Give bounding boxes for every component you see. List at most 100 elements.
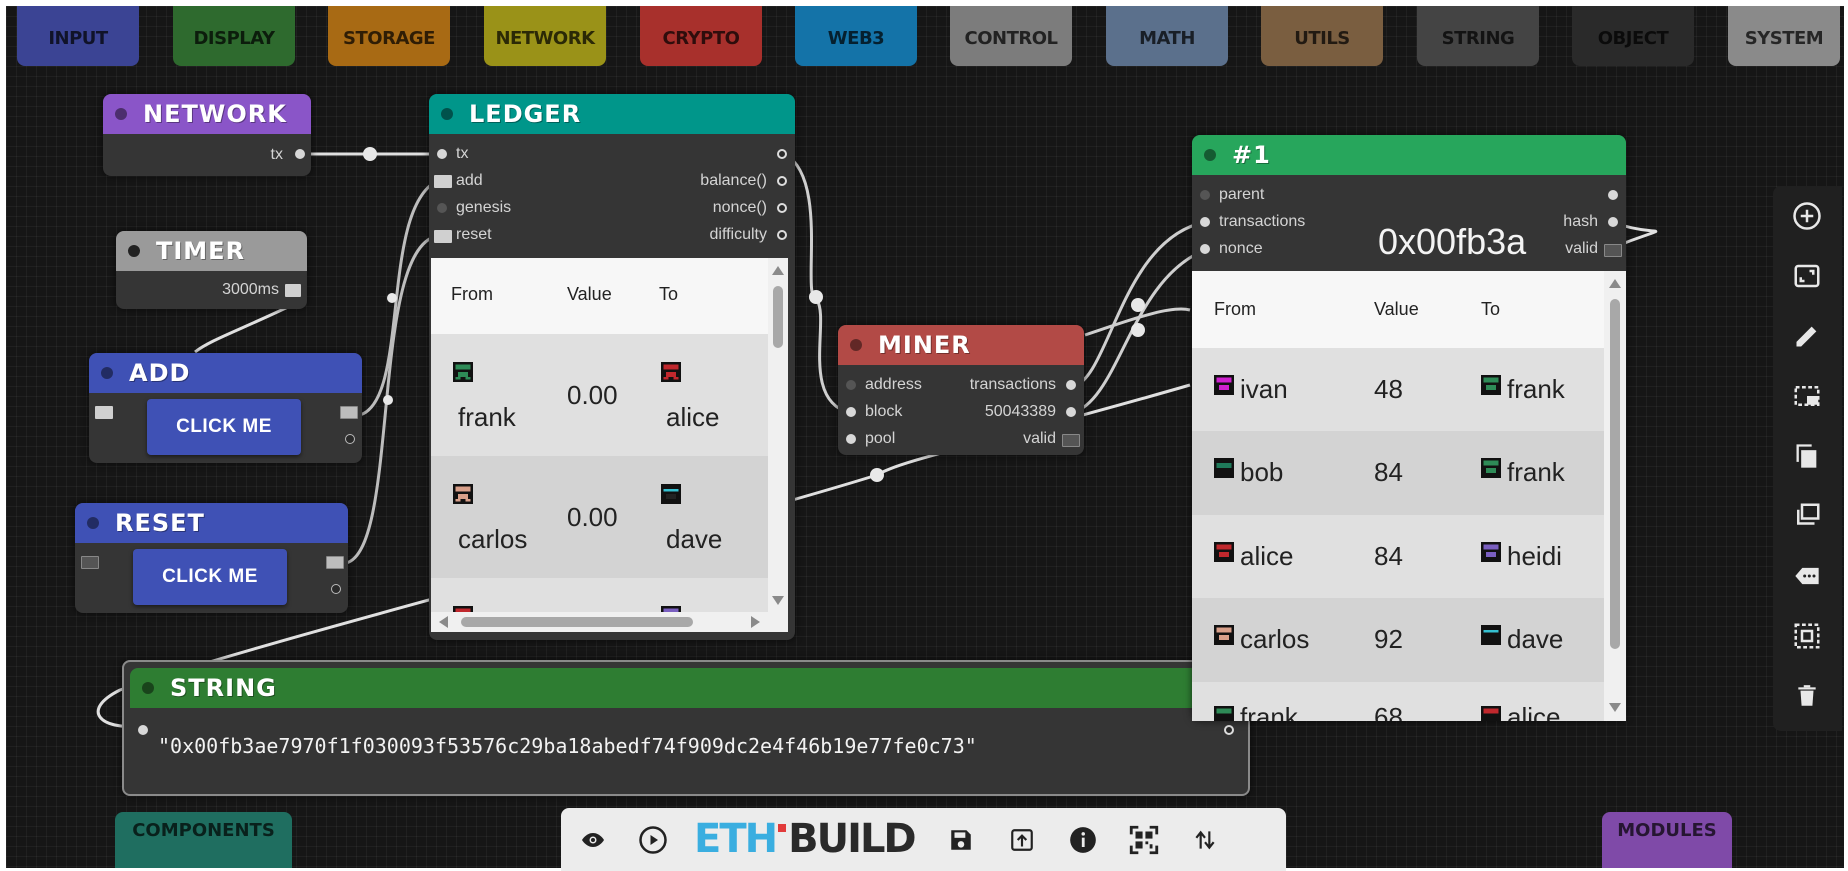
ledger-node-title[interactable]: LEDGER — [429, 94, 795, 134]
category-tab-web3[interactable]: WEB3 — [795, 6, 917, 66]
collapse-dot-icon[interactable] — [441, 108, 453, 120]
miner-input-pool-pin[interactable] — [846, 434, 856, 444]
fit-screen-button[interactable] — [1785, 254, 1829, 298]
collapse-dot-icon[interactable] — [142, 682, 154, 694]
scroll-down-arrow-icon[interactable] — [1609, 703, 1621, 712]
ledger-vertical-scroll-thumb[interactable] — [773, 286, 783, 348]
timer-output-pin[interactable] — [285, 284, 301, 297]
block-node-title[interactable]: #1 — [1192, 135, 1626, 175]
category-tab-string[interactable]: STRING — [1417, 6, 1539, 66]
reset-click-me-button[interactable]: CLICK ME — [133, 549, 287, 605]
block-input-nonce-pin[interactable] — [1200, 244, 1210, 254]
save-button[interactable] — [939, 818, 983, 862]
table-row[interactable]: bob 84 frank — [1192, 431, 1604, 515]
category-tab-crypto[interactable]: CRYPTO — [640, 6, 762, 66]
swap-button[interactable] — [1183, 818, 1227, 862]
select-area-button[interactable] — [1785, 374, 1829, 418]
ledger-horizontal-scroll-thumb[interactable] — [461, 617, 693, 627]
scroll-left-arrow-icon[interactable] — [439, 616, 448, 628]
table-row[interactable]: alice 84 heidi — [1192, 515, 1604, 598]
string-output-pin[interactable] — [1224, 725, 1234, 735]
category-tab-network[interactable]: NETWORK — [484, 6, 606, 66]
ledger-output-difficulty-pin[interactable] — [777, 230, 787, 240]
add-node-title[interactable]: ADD — [89, 353, 362, 393]
ledger-input-reset-pin[interactable] — [434, 230, 452, 243]
collapse-dot-icon[interactable] — [115, 108, 127, 120]
category-tab-storage[interactable]: STORAGE — [328, 6, 450, 66]
category-tab-object[interactable]: OBJECT — [1572, 6, 1694, 66]
scroll-up-arrow-icon[interactable] — [1609, 279, 1621, 288]
ledger-input-genesis-pin[interactable] — [437, 203, 447, 213]
collapse-dot-icon[interactable] — [128, 245, 140, 257]
qr-code-button[interactable] — [1122, 818, 1166, 862]
ledger-input-add-pin[interactable] — [434, 175, 452, 188]
block-output-hash-pin[interactable] — [1608, 217, 1618, 227]
copy-button[interactable] — [1785, 434, 1829, 478]
miner-output-nonce-pin[interactable] — [1066, 407, 1076, 417]
miner-input-address-pin[interactable] — [846, 380, 856, 390]
table-row[interactable]: frank 0.00 alice — [431, 334, 768, 456]
timer-node-title[interactable]: TIMER — [116, 231, 307, 271]
select-all-button[interactable] — [1785, 614, 1829, 658]
category-tab-system[interactable]: SYSTEM — [1728, 6, 1840, 66]
block-vertical-scroll-thumb[interactable] — [1610, 299, 1620, 649]
ledger-input-tx-pin[interactable] — [437, 149, 447, 159]
table-row[interactable]: frank 68 alice — [1192, 682, 1604, 721]
block-output-valid-pin[interactable] — [1604, 244, 1622, 257]
block-transactions-table[interactable]: From Value To ivan 48 frank bob 84 frank… — [1192, 271, 1626, 721]
add-input-pin[interactable] — [95, 406, 113, 419]
miner-output-transactions-pin[interactable] — [1066, 380, 1076, 390]
table-row[interactable]: carlos 92 dave — [1192, 598, 1604, 682]
info-button[interactable] — [1061, 818, 1105, 862]
block-node[interactable]: #1 parent transactions nonce 0x00fb3a ha… — [1192, 135, 1626, 721]
delete-button[interactable] — [1785, 674, 1829, 718]
add-click-me-button[interactable]: CLICK ME — [147, 399, 301, 455]
add-output-pin-2[interactable] — [345, 434, 355, 444]
block-input-transactions-pin[interactable] — [1200, 217, 1210, 227]
reset-node-title[interactable]: RESET — [75, 503, 348, 543]
ledger-output-nonce-pin[interactable] — [777, 203, 787, 213]
network-node[interactable]: NETWORK tx — [103, 94, 311, 176]
string-input-pin[interactable] — [138, 725, 148, 735]
publish-button[interactable] — [1000, 818, 1044, 862]
play-button[interactable] — [631, 818, 675, 862]
block-vertical-scrollbar[interactable] — [1604, 271, 1626, 721]
category-tab-control[interactable]: CONTROL — [950, 6, 1072, 66]
string-node-title[interactable]: STRING — [130, 668, 1242, 708]
timer-node[interactable]: TIMER 3000ms — [116, 231, 307, 309]
table-row[interactable]: carlos 0.00 dave — [431, 456, 768, 578]
block-input-parent-pin[interactable] — [1200, 190, 1210, 200]
category-tab-display[interactable]: DISPLAY — [173, 6, 295, 66]
miner-node[interactable]: MINER address block pool transactions 50… — [838, 325, 1084, 455]
scroll-down-arrow-icon[interactable] — [772, 596, 784, 605]
reset-input-pin[interactable] — [81, 556, 99, 569]
string-node[interactable]: STRING "0x00fb3ae7970f1f030093f53576c29b… — [122, 660, 1250, 796]
ledger-table[interactable]: From Value To frank 0.00 alice carlos 0.… — [431, 258, 788, 632]
collapse-dot-icon[interactable] — [850, 339, 862, 351]
miner-output-valid-pin[interactable] — [1062, 434, 1080, 447]
collapse-dot-icon[interactable] — [87, 517, 99, 529]
collapse-dot-icon[interactable] — [1204, 149, 1216, 161]
modules-tab[interactable]: MODULES — [1602, 812, 1732, 868]
duplicate-button[interactable] — [1785, 494, 1829, 538]
ledger-output-main-pin[interactable] — [777, 149, 787, 159]
label-button[interactable] — [1785, 554, 1829, 598]
ledger-horizontal-scrollbar[interactable] — [431, 612, 788, 632]
miner-input-block-pin[interactable] — [846, 407, 856, 417]
category-tab-utils[interactable]: UTILS — [1261, 6, 1383, 66]
network-output-pin[interactable] — [295, 149, 305, 159]
category-tab-input[interactable]: INPUT — [17, 6, 139, 66]
add-output-pin[interactable] — [340, 406, 358, 419]
reset-node[interactable]: RESET CLICK ME — [75, 503, 348, 613]
components-tab[interactable]: COMPONENTS — [115, 812, 292, 868]
category-tab-math[interactable]: MATH — [1106, 6, 1228, 66]
ledger-output-balance-pin[interactable] — [777, 176, 787, 186]
add-node[interactable]: ADD CLICK ME — [89, 353, 362, 463]
scroll-right-arrow-icon[interactable] — [751, 616, 760, 628]
reset-output-pin[interactable] — [326, 556, 344, 569]
network-node-title[interactable]: NETWORK — [103, 94, 311, 134]
block-output-parent-pin[interactable] — [1608, 190, 1618, 200]
table-row[interactable]: ivan 48 frank — [1192, 348, 1604, 431]
miner-node-title[interactable]: MINER — [838, 325, 1084, 365]
reset-output-pin-2[interactable] — [331, 584, 341, 594]
